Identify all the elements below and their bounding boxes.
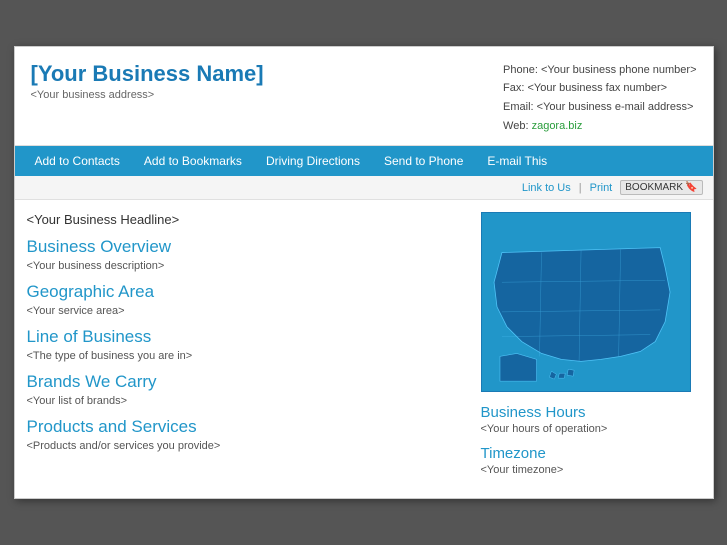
web-line: Web: zagora.biz (503, 117, 696, 136)
business-headline: <Your Business Headline> (27, 212, 465, 227)
right-column: Business Hours <Your hours of operation>… (481, 212, 701, 486)
phone-line: Phone: <Your business phone number> (503, 61, 696, 80)
bookmark-label: BOOKMARK (625, 182, 683, 193)
section-title-brands: Brands We Carry (27, 372, 465, 392)
main-content: <Your Business Headline> Business Overvi… (15, 200, 713, 498)
header: [Your Business Name] <Your business addr… (15, 47, 713, 147)
section-desc-overview: <Your business description> (27, 260, 465, 272)
section-desc-geographic: <Your service area> (27, 305, 465, 317)
section-title-line-of-business: Line of Business (27, 327, 465, 347)
business-hours-desc: <Your hours of operation> (481, 423, 701, 435)
timezone-desc: <Your timezone> (481, 464, 701, 476)
email-line: Email: <Your business e-mail address> (503, 98, 696, 117)
navbar: Add to Contacts Add to Bookmarks Driving… (15, 146, 713, 176)
bookmark-icon: 🔖 (685, 182, 697, 193)
link-to-us-button[interactable]: Link to Us (522, 182, 571, 194)
us-map (481, 212, 691, 392)
nav-email-this[interactable]: E-mail This (475, 146, 559, 176)
fax-line: Fax: <Your business fax number> (503, 79, 696, 98)
bookmark-badge[interactable]: BOOKMARK 🔖 (620, 180, 702, 195)
section-desc-line-of-business: <The type of business you are in> (27, 350, 465, 362)
nav-send-to-phone[interactable]: Send to Phone (372, 146, 475, 176)
section-desc-products: <Products and/or services you provide> (27, 440, 465, 452)
left-column: <Your Business Headline> Business Overvi… (27, 212, 481, 486)
header-right: Phone: <Your business phone number> Fax:… (503, 61, 696, 136)
toolbar-separator: | (579, 182, 582, 194)
business-name: [Your Business Name] (31, 61, 264, 87)
toolbar: Link to Us | Print BOOKMARK 🔖 (15, 176, 713, 200)
nav-add-bookmarks[interactable]: Add to Bookmarks (132, 146, 254, 176)
web-label: Web: (503, 120, 528, 132)
business-address: <Your business address> (31, 89, 264, 101)
section-title-geographic: Geographic Area (27, 282, 465, 302)
section-title-products: Products and Services (27, 417, 465, 437)
timezone-title: Timezone (481, 445, 701, 462)
page-wrapper: [Your Business Name] <Your business addr… (14, 46, 714, 500)
web-link[interactable]: zagora.biz (532, 120, 583, 132)
section-title-overview: Business Overview (27, 237, 465, 257)
header-left: [Your Business Name] <Your business addr… (31, 61, 264, 101)
print-button[interactable]: Print (590, 182, 613, 194)
section-desc-brands: <Your list of brands> (27, 395, 465, 407)
nav-add-contacts[interactable]: Add to Contacts (23, 146, 132, 176)
business-hours-title: Business Hours (481, 404, 701, 421)
nav-driving-directions[interactable]: Driving Directions (254, 146, 372, 176)
